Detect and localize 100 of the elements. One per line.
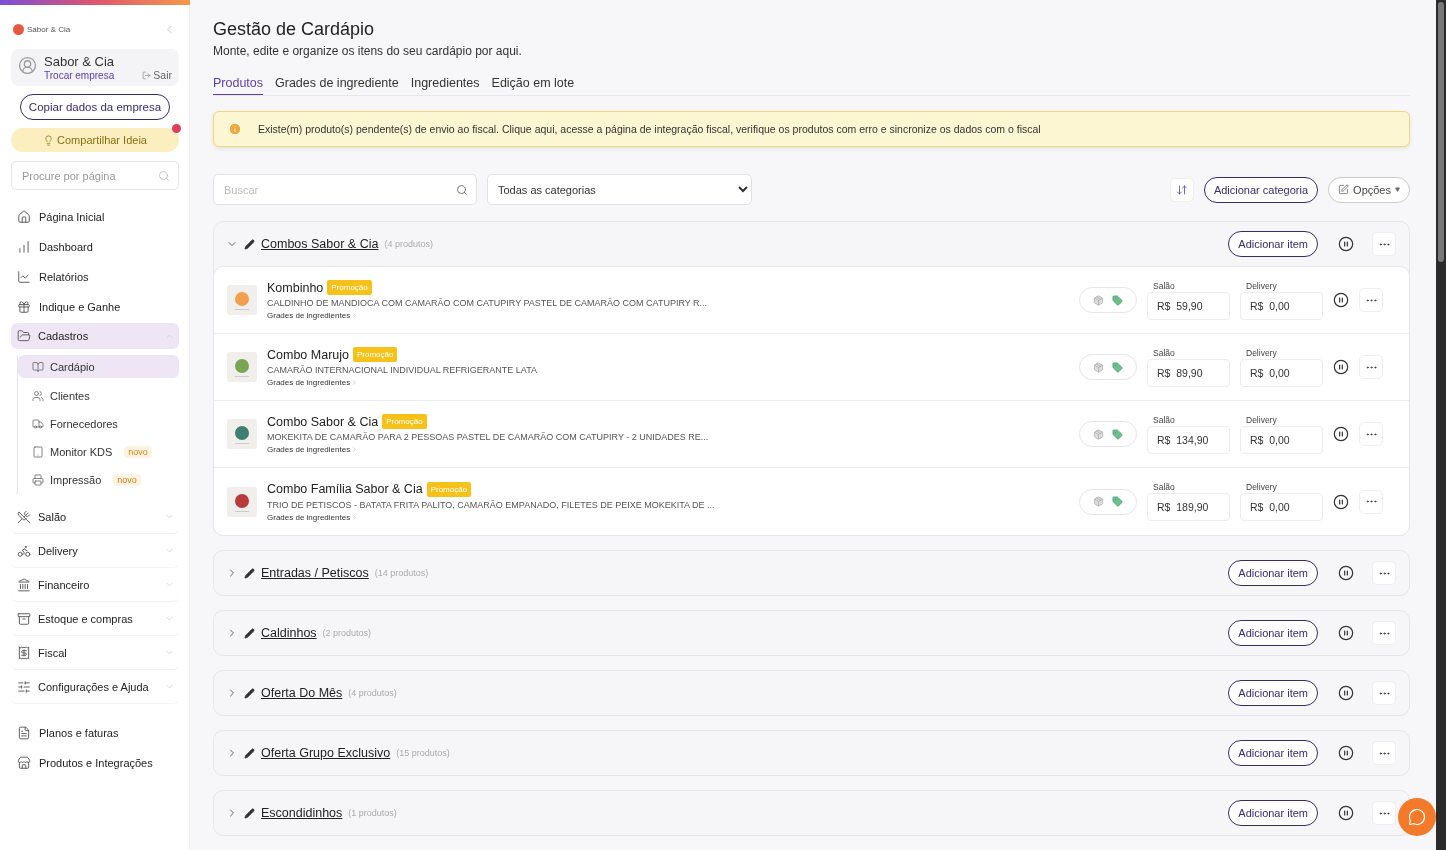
category-name[interactable]: Oferta Grupo Exclusivo bbox=[261, 746, 391, 760]
more-button[interactable] bbox=[1359, 355, 1383, 379]
page-title: Gestão de Cardápio bbox=[213, 19, 376, 40]
product-description: CALDINHO DE MANDIOCA COM CAMARÃO COM CATUPIRY PASTEL DE CAMARÃO COM CATUPIRY R... bbox=[267, 298, 709, 308]
fiscal-alert[interactable]: Existe(m) produto(s) pendente(s) de envio ao fiscal. Clique aqui, acesse a página de integração fiscal, verifique os produtos com erro e sincronize os dados com o fiscal bbox=[213, 111, 1410, 147]
price-field[interactable]: R$ 0,00 bbox=[1240, 291, 1323, 320]
receipt-icon bbox=[17, 645, 31, 660]
price-field[interactable]: R$ 0,00 bbox=[1240, 493, 1323, 521]
price-field[interactable]: R$ 0,00 bbox=[1240, 425, 1323, 454]
price-field[interactable]: R$ 59,90 bbox=[1147, 291, 1230, 320]
add-item-button[interactable]: Adicionar item bbox=[1228, 740, 1318, 766]
pause-icon[interactable] bbox=[1333, 426, 1349, 442]
price-label: Salão bbox=[1152, 280, 1176, 291]
chat-button[interactable] bbox=[1398, 798, 1436, 836]
logout-link[interactable]: Sair bbox=[142, 69, 172, 81]
more-button[interactable] bbox=[1359, 288, 1383, 312]
more-button[interactable] bbox=[1372, 801, 1396, 825]
nav-item[interactable]: Indique e Ganhe bbox=[11, 292, 179, 322]
nav-subitem[interactable]: Clientes bbox=[18, 382, 179, 410]
tab[interactable]: Ingredientes bbox=[410, 76, 480, 95]
search-field[interactable]: Buscar bbox=[213, 174, 477, 205]
nav-item[interactable]: Página Inicial bbox=[11, 202, 179, 232]
copy-company-button[interactable]: Copiar dados da empresa bbox=[20, 94, 170, 120]
tablet-icon bbox=[32, 446, 44, 458]
pause-icon[interactable] bbox=[1333, 359, 1349, 375]
nav-subitem[interactable]: Impressão novo bbox=[18, 466, 179, 494]
truck-icon bbox=[32, 418, 44, 430]
pause-icon[interactable] bbox=[1333, 493, 1349, 510]
nav-group[interactable]: Estoque e compras bbox=[11, 602, 179, 636]
sort-button[interactable] bbox=[1169, 177, 1194, 202]
category-name[interactable]: Escondidinhos bbox=[261, 806, 343, 820]
nav-group[interactable]: Configurações e Ajuda bbox=[11, 670, 179, 704]
folder-icon bbox=[17, 329, 31, 343]
nav-group[interactable]: Cadastros bbox=[11, 323, 179, 349]
more-button[interactable] bbox=[1372, 681, 1396, 705]
category-dropdown[interactable]: Todas as categorias bbox=[487, 174, 752, 205]
bicycle-icon bbox=[17, 543, 31, 558]
product-count: (4 produtos) bbox=[348, 688, 397, 698]
price-label: Delivery bbox=[1245, 482, 1278, 492]
pencil-icon bbox=[244, 807, 255, 819]
more-button[interactable] bbox=[1372, 232, 1396, 256]
nav-item[interactable]: Dashboard bbox=[11, 232, 179, 262]
add-item-button[interactable]: Adicionar item bbox=[1228, 231, 1318, 257]
share-idea-button[interactable]: Compartilhar Ideia bbox=[11, 128, 179, 152]
nav-group[interactable]: Salão bbox=[11, 500, 179, 534]
add-category-button[interactable]: Adicionar categoria bbox=[1203, 176, 1319, 203]
product-name: Combo Sabor & Cia bbox=[267, 414, 379, 429]
tab[interactable]: Grades de ingrediente bbox=[275, 76, 399, 95]
nav-subitem[interactable]: Fornecedores bbox=[18, 410, 179, 438]
tag-icon bbox=[1112, 428, 1123, 440]
ingredients-link[interactable]: Grades de ingredientes bbox=[267, 378, 1069, 387]
more-button[interactable] bbox=[1372, 741, 1396, 765]
pause-icon[interactable] bbox=[1338, 805, 1354, 821]
line-chart-icon bbox=[17, 270, 31, 284]
utensils-icon bbox=[17, 509, 31, 524]
nav-group[interactable]: Fiscal bbox=[11, 636, 179, 670]
pause-icon[interactable] bbox=[1338, 625, 1354, 641]
pause-icon[interactable] bbox=[1338, 685, 1354, 701]
add-item-button[interactable]: Adicionar item bbox=[1228, 620, 1318, 646]
ingredients-link[interactable]: Grades de ingredientes bbox=[267, 445, 1069, 454]
add-item-button[interactable]: Adicionar item bbox=[1228, 800, 1318, 826]
price-field[interactable]: R$ 134,90 bbox=[1147, 425, 1230, 454]
category-name[interactable]: Combos Sabor & Cia bbox=[261, 237, 379, 251]
price-label: Delivery bbox=[1245, 280, 1278, 291]
add-item-button[interactable]: Adicionar item bbox=[1228, 560, 1318, 586]
page-search-field[interactable]: Procure por página bbox=[11, 161, 179, 190]
product-description: CAMARÃO INTERNACIONAL INDIVIDUAL REFRIGERANTE LATA bbox=[267, 365, 539, 375]
pause-icon[interactable] bbox=[1338, 565, 1354, 581]
tab[interactable]: Produtos bbox=[213, 76, 264, 95]
more-button[interactable] bbox=[1372, 621, 1396, 645]
pause-icon[interactable] bbox=[1338, 236, 1354, 252]
nav-subitem[interactable]: Cardápio bbox=[18, 355, 179, 378]
nav-group[interactable]: Delivery bbox=[11, 534, 179, 568]
category-name[interactable]: Caldinhos bbox=[261, 626, 317, 640]
price-field[interactable]: R$ 89,90 bbox=[1147, 358, 1230, 387]
more-button[interactable] bbox=[1359, 422, 1383, 446]
sliders-icon bbox=[17, 679, 31, 694]
options-button[interactable]: Opções bbox=[1328, 176, 1410, 203]
switch-company-link[interactable]: Trocar empresa bbox=[44, 69, 137, 81]
nav-subitem[interactable]: Monitor KDS novo bbox=[18, 438, 179, 466]
category-name[interactable]: Oferta Do Mês bbox=[261, 686, 343, 700]
price-field[interactable]: R$ 0,00 bbox=[1240, 358, 1323, 387]
tab[interactable]: Edição em lote bbox=[491, 76, 575, 95]
ingredients-link[interactable]: Grades de ingredientes bbox=[267, 512, 1069, 522]
pause-icon[interactable] bbox=[1333, 292, 1349, 308]
more-button[interactable] bbox=[1359, 489, 1383, 514]
chevron-right-icon bbox=[351, 379, 359, 386]
price-label: Salão bbox=[1152, 482, 1176, 492]
add-item-button[interactable]: Adicionar item bbox=[1228, 680, 1318, 706]
nav-group[interactable]: Financeiro bbox=[11, 568, 179, 602]
nav-item[interactable]: Planos e faturas bbox=[11, 718, 179, 748]
promo-badge: Promoção bbox=[327, 280, 372, 295]
nav-item[interactable]: Relatórios bbox=[11, 262, 179, 292]
more-button[interactable] bbox=[1372, 561, 1396, 585]
category-name[interactable]: Entradas / Petiscos bbox=[261, 566, 369, 580]
ingredients-link[interactable]: Grades de ingredientes bbox=[267, 311, 1069, 320]
price-field[interactable]: R$ 189,90 bbox=[1147, 493, 1230, 521]
scrollbar[interactable] bbox=[1436, 0, 1446, 850]
nav-item[interactable]: Produtos e Integrações bbox=[11, 748, 179, 778]
pause-icon[interactable] bbox=[1338, 745, 1354, 761]
